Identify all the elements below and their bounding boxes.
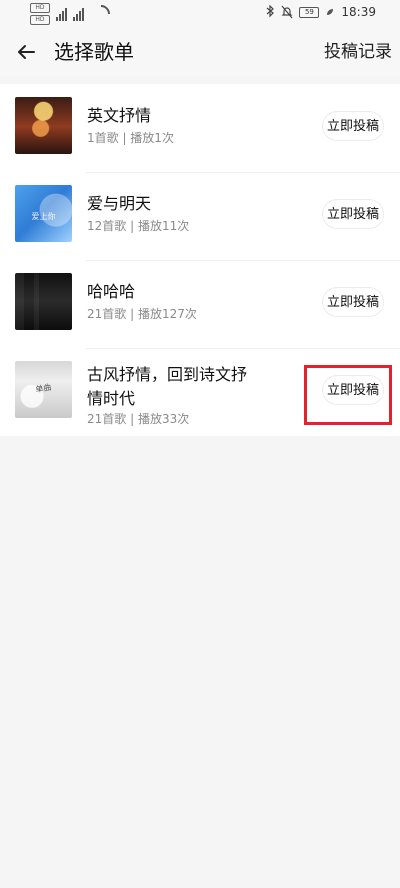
wifi-icon [88, 1, 114, 27]
submit-button[interactable]: 立即投稿 [321, 199, 384, 229]
submit-button[interactable]: 立即投稿 [321, 111, 384, 141]
bluetooth-icon [267, 5, 275, 18]
playlist-row-4: 单曲 古风抒情，回到诗文抒情时代 21首歌 | 播放33次 立即投稿 [0, 348, 400, 436]
album-cover-2: 爱上你 [15, 185, 72, 242]
page-header: 选择歌单 投稿记录 [0, 28, 400, 76]
playlist-row-1: 英文抒情 1首歌 | 播放1次 立即投稿 [0, 84, 400, 172]
hd-badge-2: HD [30, 15, 50, 25]
playlist-meta: 21首歌 | 播放127次 [87, 307, 197, 321]
leaf-icon [327, 9, 334, 15]
playlist-meta: 21首歌 | 播放33次 [87, 412, 190, 426]
album-cover-text: 单曲 [34, 382, 53, 395]
album-cover-3 [15, 273, 72, 330]
playlist-title: 爱与明天 [87, 194, 152, 213]
playlist-title: 古风抒情，回到诗文抒情时代 [87, 365, 248, 408]
mute-bell-icon [281, 5, 293, 19]
status-left: HD HD [30, 1, 114, 27]
status-time: 18:39 [341, 5, 376, 19]
hd-badge-1: HD [30, 3, 50, 13]
album-cover-4: 单曲 [15, 361, 72, 418]
submit-button[interactable]: 立即投稿 [321, 375, 384, 405]
playlist-meta: 1首歌 | 播放1次 [87, 131, 174, 145]
back-button[interactable] [14, 40, 40, 64]
playlist-row-3: 哈哈哈 21首歌 | 播放127次 立即投稿 [0, 260, 400, 348]
playlist-title: 哈哈哈 [87, 282, 136, 301]
status-right: 59 18:39 [265, 5, 376, 19]
page-title: 选择歌单 [54, 40, 134, 64]
battery-indicator: 59 [299, 6, 320, 18]
status-bar: HD HD 59 18:39 [0, 0, 400, 28]
network-badges: HD HD [30, 3, 50, 25]
signal-icon-2 [73, 7, 84, 21]
signal-icon-1 [56, 7, 67, 21]
playlist-title: 英文抒情 [87, 106, 152, 125]
submission-history-link[interactable]: 投稿记录 [324, 40, 392, 64]
album-cover-1 [15, 97, 72, 154]
playlist-list: 英文抒情 1首歌 | 播放1次 立即投稿 爱上你 爱与明天 12首歌 | 播放1… [0, 84, 400, 436]
back-arrow-icon [18, 45, 35, 59]
album-cover-text: 爱上你 [31, 212, 56, 221]
playlist-row-2: 爱上你 爱与明天 12首歌 | 播放11次 立即投稿 [0, 172, 400, 260]
submit-button[interactable]: 立即投稿 [321, 287, 384, 317]
playlist-meta: 12首歌 | 播放11次 [87, 219, 190, 233]
